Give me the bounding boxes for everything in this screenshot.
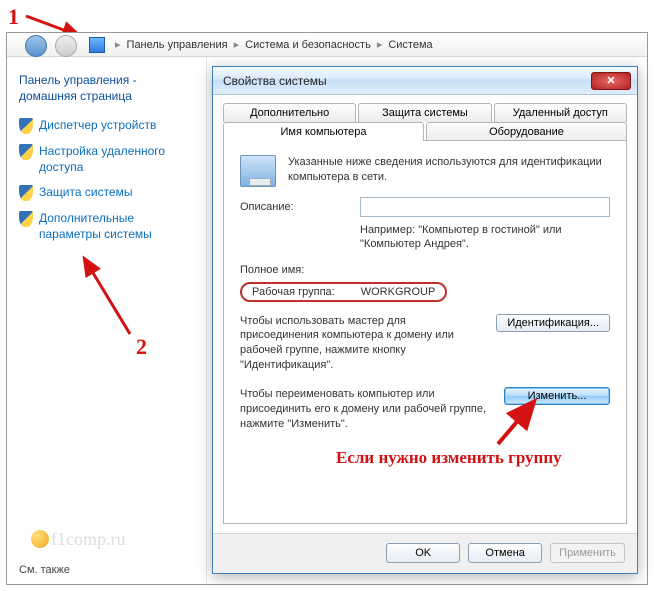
dialog-footer: OK Отмена Применить [213,533,637,573]
nav-back-button[interactable] [25,35,47,57]
side-link-label: Защита системы [39,185,132,201]
bulb-icon [31,530,49,548]
side-link-device-manager[interactable]: Диспетчер устройств [19,118,194,134]
shield-icon [19,118,33,134]
computer-icon [240,155,276,187]
description-input[interactable] [360,197,610,217]
workgroup-label: Рабочая группа: [252,286,335,298]
shield-icon [19,144,33,160]
ok-button[interactable]: OK [386,543,460,563]
breadcrumb-bar: ▸ Панель управления ▸ Система и безопасн… [7,33,647,57]
identify-button[interactable]: Идентификация... [496,314,610,332]
info-text: Указанные ниже сведения используются для… [288,155,610,185]
side-panel-title[interactable]: Панель управления - домашняя страница [19,73,194,104]
identify-paragraph: Чтобы использовать мастер для присоедине… [240,314,486,373]
side-link-remote[interactable]: Настройка удаленного доступа [19,144,194,175]
tab-computer-name[interactable]: Имя компьютера [223,122,424,141]
change-button[interactable]: Изменить... [504,387,610,405]
breadcrumb-item-1[interactable]: Система и безопасность [245,39,371,51]
breadcrumb-item-0[interactable]: Панель управления [127,39,228,51]
tab-advanced[interactable]: Дополнительно [223,103,356,122]
shield-icon [19,211,33,227]
description-label: Описание: [240,201,360,213]
tab-protection[interactable]: Защита системы [358,103,491,122]
close-button[interactable]: ✕ [591,72,631,90]
breadcrumb-sep: ▸ [234,38,240,51]
annotation-change-group: Если нужно изменить группу [336,448,562,468]
workgroup-value: WORKGROUP [361,286,436,298]
side-panel: Панель управления - домашняя страница Ди… [7,57,207,584]
tab-remote[interactable]: Удаленный доступ [494,103,627,122]
watermark: f1comp.ru [31,529,125,550]
cancel-button[interactable]: Отмена [468,543,542,563]
fullname-label: Полное имя: [240,264,360,276]
description-example: Например: "Компьютер в гостиной" или "Ко… [360,223,610,252]
side-link-advanced[interactable]: Дополнительные параметры системы [19,211,194,242]
side-link-protection[interactable]: Защита системы [19,185,194,201]
apply-button[interactable]: Применить [550,543,625,563]
side-link-label: Настройка удаленного доступа [39,144,194,175]
breadcrumb-sep: ▸ [115,38,121,51]
dialog-titlebar[interactable]: Свойства системы ✕ [213,67,637,95]
annotation-number-2: 2 [136,334,147,360]
annotation-number-1: 1 [8,4,19,30]
nav-forward-button[interactable] [55,35,77,57]
shield-icon [19,185,33,201]
dialog-title: Свойства системы [223,74,591,88]
see-also-label: См. также [19,564,70,576]
side-link-label: Диспетчер устройств [39,118,156,134]
change-paragraph: Чтобы переименовать компьютер или присое… [240,387,494,432]
system-properties-dialog: Свойства системы ✕ Дополнительно Защита … [212,66,638,574]
workgroup-highlight: Рабочая группа: WORKGROUP [240,282,447,302]
side-link-label: Дополнительные параметры системы [39,211,194,242]
breadcrumb-item-2[interactable]: Система [388,39,432,51]
tab-hardware[interactable]: Оборудование [426,122,627,141]
control-panel-icon [89,37,105,53]
breadcrumb-sep: ▸ [377,38,383,51]
